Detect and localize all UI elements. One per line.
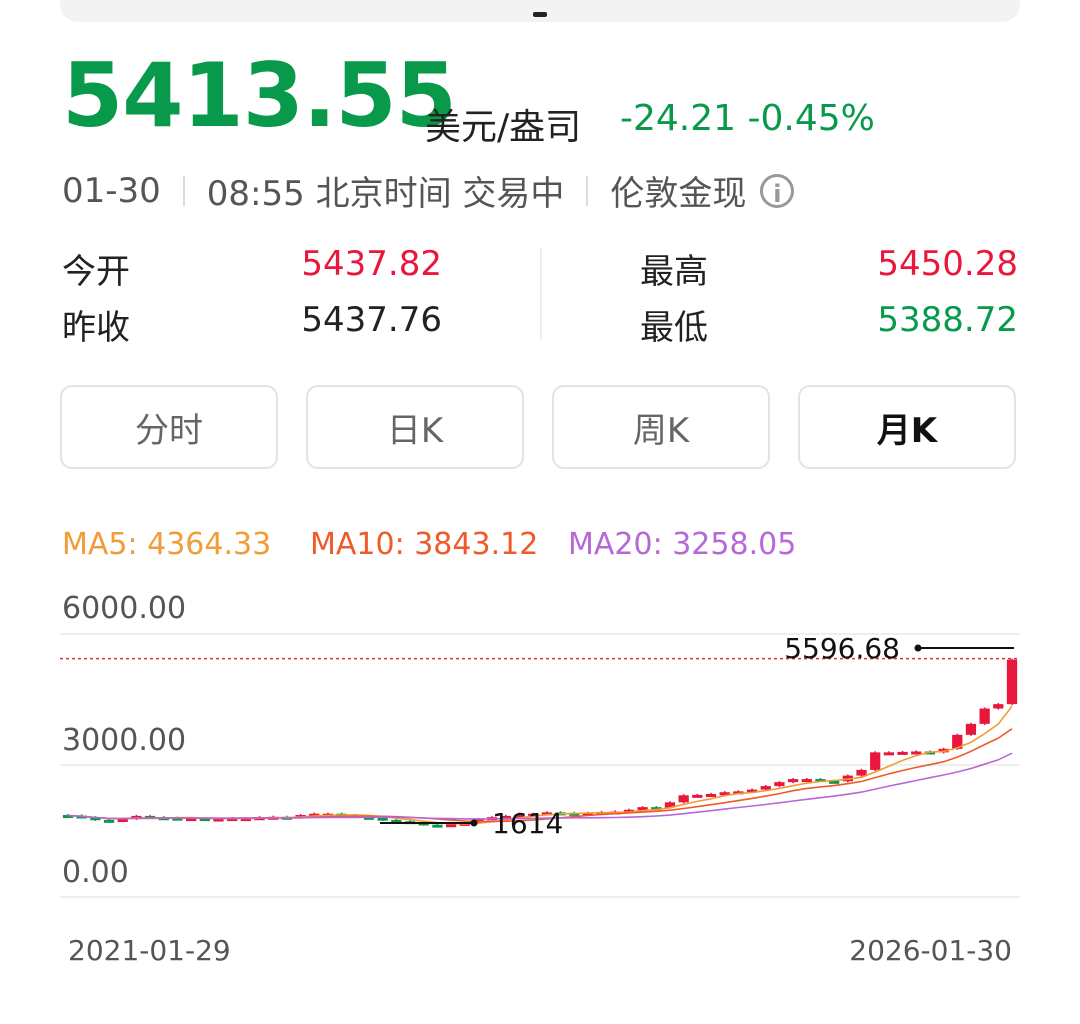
market-name: 伦敦金现 xyxy=(610,174,747,214)
candle-body xyxy=(432,824,443,828)
candle-body xyxy=(445,824,457,828)
low-marker-dot xyxy=(470,819,478,827)
open-value: 5437.82 xyxy=(301,244,442,284)
price-change: -24.21 -0.45% xyxy=(620,98,875,139)
quote-meta: 01-30 08:55 北京时间 交易中 伦敦金现 i xyxy=(62,166,795,215)
candle-body xyxy=(760,786,771,790)
ma20-label: MA20: 3258.05 xyxy=(568,527,797,562)
quote-time-status: 08:55 北京时间 交易中 xyxy=(206,174,565,214)
candle-body xyxy=(787,779,799,783)
tab-weekly-k[interactable]: 周K xyxy=(552,385,770,469)
candle-body xyxy=(377,817,388,821)
ma10-label: MA10: 3843.12 xyxy=(310,527,539,562)
x-tick-label-end: 2026-01-30 xyxy=(849,934,1012,967)
candle-body xyxy=(897,751,908,755)
candle-body xyxy=(774,782,785,787)
candle-body xyxy=(678,795,689,803)
monthly-k-chart[interactable]: 6000.00 3000.00 0.00 2021-01-29 2026-01-… xyxy=(0,580,1080,980)
search-bar[interactable] xyxy=(60,0,1020,22)
candle-body xyxy=(979,708,990,724)
candle-body xyxy=(801,779,812,783)
candle-body xyxy=(993,704,1004,709)
high-value: 5450.28 xyxy=(877,244,1018,284)
divider xyxy=(182,175,185,206)
candle-body xyxy=(965,723,977,735)
prev-close-value: 5437.76 xyxy=(301,300,442,340)
divider xyxy=(586,175,589,206)
high-marker-label: 5596.68 xyxy=(784,632,900,665)
ma5-label: MA5: 4364.33 xyxy=(62,527,272,562)
open-label: 今开 xyxy=(62,252,130,292)
y-tick-label: 0.00 xyxy=(62,855,129,890)
candle-body xyxy=(692,794,703,798)
x-tick-label-start: 2021-01-29 xyxy=(68,934,231,967)
candle-body xyxy=(103,819,115,823)
drag-handle[interactable] xyxy=(533,12,547,17)
price-unit: 美元/盎司 xyxy=(425,107,582,148)
low-label: 最低 xyxy=(640,308,708,348)
low-value: 5388.72 xyxy=(877,300,1018,340)
candle-body xyxy=(883,752,894,756)
prev-close-label: 昨收 xyxy=(62,308,130,348)
candle-body xyxy=(856,769,867,776)
low-marker-label: 1614 xyxy=(492,807,563,840)
high-marker-dot xyxy=(914,644,922,652)
stats-divider xyxy=(540,248,542,340)
tab-daily-k[interactable]: 日K xyxy=(306,385,524,469)
tab-intraday[interactable]: 分时 xyxy=(60,385,278,469)
candle-body xyxy=(705,793,717,797)
current-price: 5413.55 xyxy=(62,44,457,147)
high-label: 最高 xyxy=(640,252,708,292)
y-tick-label: 6000.00 xyxy=(62,591,186,626)
quote-date: 01-30 xyxy=(62,170,161,211)
y-tick-label: 3000.00 xyxy=(62,723,186,758)
candle-body xyxy=(117,818,128,822)
tab-monthly-k[interactable]: 月K xyxy=(798,385,1016,469)
candle-body xyxy=(1006,659,1018,705)
candle-body xyxy=(870,752,881,770)
info-icon[interactable]: i xyxy=(760,173,795,208)
